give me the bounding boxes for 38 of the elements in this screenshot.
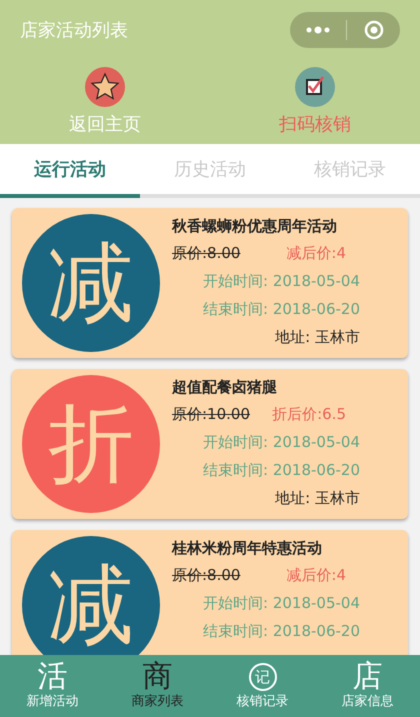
nav-icon: 活 bbox=[38, 661, 68, 693]
original-price: 原价:8.00 bbox=[172, 243, 240, 264]
more-icon[interactable] bbox=[306, 26, 330, 34]
tab[interactable]: 运行活动 bbox=[0, 144, 140, 198]
badge: 减 bbox=[22, 214, 160, 352]
original-price: 原价:8.00 bbox=[172, 565, 240, 586]
close-icon[interactable] bbox=[364, 20, 384, 40]
nav-item[interactable]: 活 新增活动 bbox=[0, 655, 105, 717]
end-time: 结束时间: 2018-06-20 bbox=[203, 621, 360, 642]
discount-price: 折后价:6.5 bbox=[272, 404, 346, 425]
badge: 折 bbox=[22, 375, 160, 513]
activity-title: 超值配餐卤猪腿 bbox=[172, 377, 278, 398]
end-time: 结束时间: 2018-06-20 bbox=[203, 299, 360, 320]
activity-title: 桂林米粉周年特惠活动 bbox=[172, 538, 323, 559]
start-time: 开始时间: 2018-05-04 bbox=[203, 593, 360, 614]
nav-item[interactable]: 记 核销记录 bbox=[210, 655, 315, 717]
action-button[interactable]: 扫码核销 bbox=[210, 60, 420, 144]
badge: 减 bbox=[22, 536, 160, 655]
checkbox-icon bbox=[295, 66, 335, 106]
nav-item[interactable]: 店 店家信息 bbox=[315, 655, 420, 717]
end-time: 结束时间: 2018-06-20 bbox=[203, 460, 360, 481]
start-time: 开始时间: 2018-05-04 bbox=[203, 271, 360, 292]
activity-card[interactable]: 减 秋香螺蛳粉优惠周年活动 原价:8.00 减后价:4 开始时间: 2018-05-04 结束时间: 2018-06-20 地址: 玉林市 bbox=[12, 208, 408, 358]
nav-icon: 记 bbox=[248, 663, 276, 691]
capsule-menu[interactable] bbox=[290, 12, 400, 48]
start-time: 开始时间: 2018-05-04 bbox=[203, 432, 360, 453]
discount-price: 减后价:4 bbox=[286, 243, 346, 264]
nav-icon: 店 bbox=[352, 661, 382, 693]
original-price: 原价:10.00 bbox=[172, 404, 250, 425]
nav-item[interactable]: 商 商家列表 bbox=[105, 655, 210, 717]
activity-title: 秋香螺蛳粉优惠周年活动 bbox=[172, 216, 338, 237]
nav-icon: 商 bbox=[142, 661, 172, 693]
discount-price: 减后价:4 bbox=[286, 565, 346, 586]
address: 地址: 玉林市 bbox=[275, 327, 360, 348]
address: 地址: 玉林市 bbox=[275, 488, 360, 509]
activity-card[interactable]: 折 超值配餐卤猪腿 原价:10.00 折后价:6.5 开始时间: 2018-05-04 结束时间: 2018-06-20 地址: 玉林市 bbox=[12, 369, 408, 519]
page-title: 店家活动列表 bbox=[20, 18, 128, 42]
activity-card[interactable]: 减 桂林米粉周年特惠活动 原价:8.00 减后价:4 开始时间: 2018-05-04 结束时间: 2018-06-20 bbox=[12, 530, 408, 655]
